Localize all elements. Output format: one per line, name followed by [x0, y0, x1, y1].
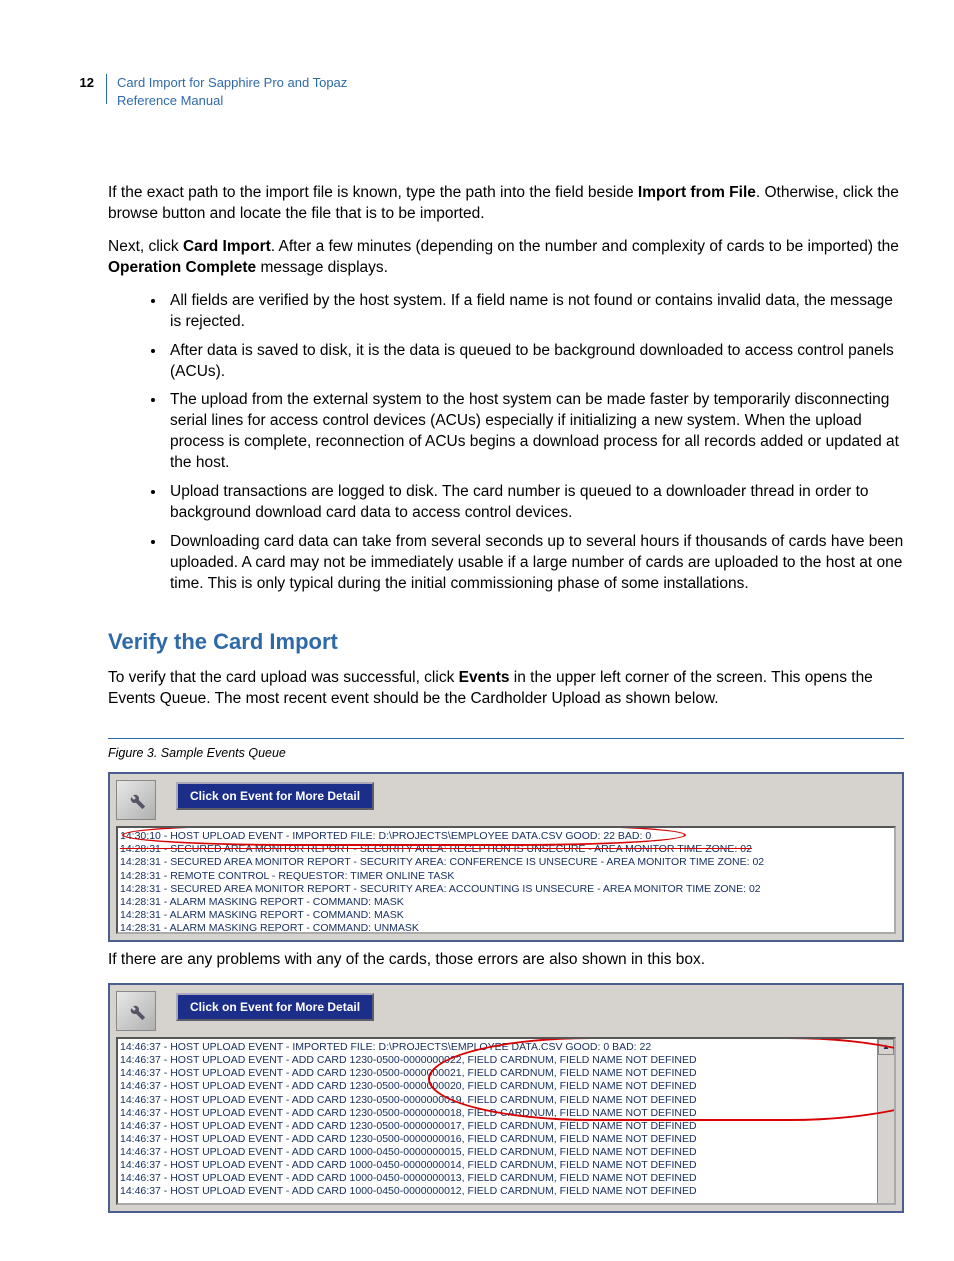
- page-number: 12: [74, 74, 94, 92]
- event-row[interactable]: 14:28:31 - ALARM MASKING REPORT - COMMAN…: [120, 922, 892, 934]
- text: To verify that the card upload was succe…: [108, 669, 459, 686]
- text: If the exact path to the import file is …: [108, 184, 638, 201]
- event-row[interactable]: 14:46:37 - HOST UPLOAD EVENT - ADD CARD …: [120, 1146, 892, 1159]
- header-title-line2: Reference Manual: [117, 93, 223, 108]
- event-row[interactable]: 14:46:37 - HOST UPLOAD EVENT - ADD CARD …: [120, 1107, 892, 1120]
- event-row[interactable]: 14:46:37 - HOST UPLOAD EVENT - ADD CARD …: [120, 1054, 892, 1067]
- event-row[interactable]: 14:28:31 - SECURED AREA MONITOR REPORT -…: [120, 843, 892, 856]
- event-row[interactable]: 14:28:31 - SECURED AREA MONITOR REPORT -…: [120, 883, 892, 896]
- bullet-item: The upload from the external system to t…: [166, 390, 904, 474]
- event-row[interactable]: 14:30:10 - HOST UPLOAD EVENT - IMPORTED …: [120, 830, 892, 843]
- operation-complete-label: Operation Complete: [108, 259, 256, 276]
- bullet-item: After data is saved to disk, it is the d…: [166, 341, 904, 383]
- event-row[interactable]: 14:46:37 - HOST UPLOAD EVENT - ADD CARD …: [120, 1185, 892, 1198]
- events-queue-screenshot-2: Click on Event for More Detail ▲ 14:46:3…: [108, 983, 904, 1213]
- text: message displays.: [256, 259, 388, 276]
- event-row[interactable]: 14:46:37 - HOST UPLOAD EVENT - ADD CARD …: [120, 1120, 892, 1133]
- event-row[interactable]: 14:28:31 - ALARM MASKING REPORT - COMMAN…: [120, 896, 892, 909]
- wrench-icon: [125, 1000, 147, 1022]
- card-import-label: Card Import: [183, 238, 271, 255]
- header-title-line1: Card Import for Sapphire Pro and Topaz: [117, 75, 347, 90]
- page-header: 12 Card Import for Sapphire Pro and Topa…: [74, 74, 904, 109]
- event-row[interactable]: 14:46:37 - HOST UPLOAD EVENT - IMPORTED …: [120, 1041, 892, 1054]
- wrench-icon: [125, 789, 147, 811]
- verify-heading: Verify the Card Import: [108, 627, 904, 657]
- event-row[interactable]: 14:46:37 - HOST UPLOAD EVENT - ADD CARD …: [120, 1080, 892, 1093]
- events-queue-screenshot-1: Click on Event for More Detail 14:30:10 …: [108, 772, 904, 942]
- bullet-item: All fields are verified by the host syst…: [166, 291, 904, 333]
- bullet-list: All fields are verified by the host syst…: [108, 291, 904, 595]
- verify-para: To verify that the card upload was succe…: [108, 668, 904, 710]
- event-row[interactable]: 14:28:31 - ALARM MASKING REPORT - COMMAN…: [120, 909, 892, 922]
- after-fig3-para: If there are any problems with any of th…: [108, 950, 904, 971]
- scrollbar[interactable]: ▲: [877, 1039, 894, 1203]
- event-row[interactable]: 14:46:37 - HOST UPLOAD EVENT - ADD CARD …: [120, 1067, 892, 1080]
- click-event-banner[interactable]: Click on Event for More Detail: [176, 782, 374, 810]
- intro-para-1: If the exact path to the import file is …: [108, 183, 904, 225]
- event-row[interactable]: 14:28:31 - REMOTE CONTROL - REQUESTOR: T…: [120, 870, 892, 883]
- events-list[interactable]: ▲ 14:46:37 - HOST UPLOAD EVENT - IMPORTE…: [116, 1037, 896, 1205]
- click-event-banner[interactable]: Click on Event for More Detail: [176, 993, 374, 1021]
- tool-icon[interactable]: [116, 780, 156, 820]
- import-from-file-label: Import from File: [638, 184, 756, 201]
- header-title: Card Import for Sapphire Pro and Topaz R…: [117, 74, 347, 109]
- events-label: Events: [459, 669, 510, 686]
- event-row[interactable]: 14:46:37 - HOST UPLOAD EVENT - ADD CARD …: [120, 1133, 892, 1146]
- event-row[interactable]: 14:46:37 - HOST UPLOAD EVENT - ADD CARD …: [120, 1172, 892, 1185]
- intro-para-2: Next, click Card Import. After a few min…: [108, 237, 904, 279]
- tool-icon[interactable]: [116, 991, 156, 1031]
- bullet-item: Downloading card data can take from seve…: [166, 532, 904, 595]
- event-row[interactable]: 14:46:37 - HOST UPLOAD EVENT - ADD CARD …: [120, 1159, 892, 1172]
- header-divider: [106, 74, 107, 104]
- figure-rule: [108, 738, 904, 739]
- events-list[interactable]: 14:30:10 - HOST UPLOAD EVENT - IMPORTED …: [116, 826, 896, 934]
- bullet-item: Upload transactions are logged to disk. …: [166, 482, 904, 524]
- event-row[interactable]: 14:28:31 - SECURED AREA MONITOR REPORT -…: [120, 856, 892, 869]
- event-row[interactable]: 14:46:37 - HOST UPLOAD EVENT - ADD CARD …: [120, 1094, 892, 1107]
- scroll-up-button[interactable]: ▲: [878, 1039, 894, 1055]
- figure3-caption: Figure 3. Sample Events Queue: [108, 745, 904, 762]
- text: Next, click: [108, 238, 183, 255]
- text: . After a few minutes (depending on the …: [271, 238, 899, 255]
